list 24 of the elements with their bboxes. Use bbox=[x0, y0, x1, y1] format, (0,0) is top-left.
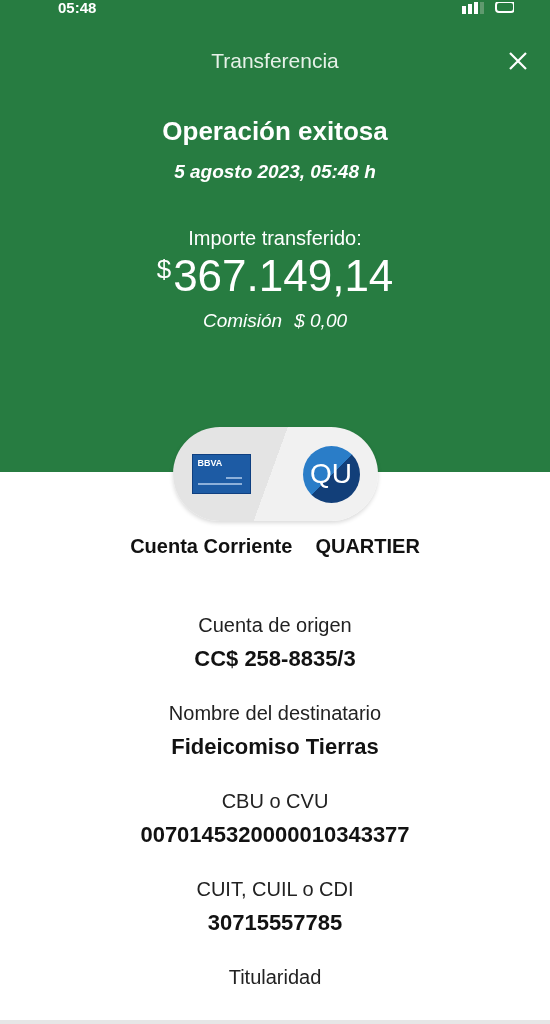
recipient-avatar: QU bbox=[302, 445, 360, 503]
screen-title: Transferencia bbox=[211, 49, 339, 73]
origin-account-name: Cuenta Corriente bbox=[130, 535, 293, 558]
recipient-name: QUARTIER bbox=[315, 535, 420, 558]
operation-date: 5 agosto 2023, 05:48 h bbox=[174, 161, 376, 183]
amount-label: Importe transferido: bbox=[188, 227, 362, 250]
amount: 367.149,14 bbox=[173, 250, 394, 302]
status-time: 05:48 bbox=[58, 0, 97, 16]
detail-value: Fideicomiso Tierras bbox=[171, 734, 379, 760]
close-icon[interactable] bbox=[508, 51, 528, 71]
result-title: Operación exitosa bbox=[162, 116, 388, 147]
detail-label: Cuenta de origen bbox=[198, 614, 352, 637]
currency-symbol: $ bbox=[156, 254, 172, 285]
fee-amount: $ 0,00 bbox=[294, 310, 347, 332]
detail-value: CC$ 258-8835/3 bbox=[194, 646, 356, 672]
signal-icon bbox=[462, 2, 514, 14]
detail-value: 0070145320000010343377 bbox=[140, 822, 410, 848]
detail-label: CUIT, CUIL o CDI bbox=[196, 878, 354, 901]
detail-label: Nombre del destinatario bbox=[168, 702, 382, 725]
detail-label: CBU o CVU bbox=[221, 790, 329, 813]
detail-label: Titularidad bbox=[228, 966, 322, 989]
bank-card-icon: BBVA bbox=[191, 454, 251, 494]
fee-label: Comisión bbox=[203, 310, 283, 332]
detail-value: 30715557785 bbox=[207, 910, 343, 936]
